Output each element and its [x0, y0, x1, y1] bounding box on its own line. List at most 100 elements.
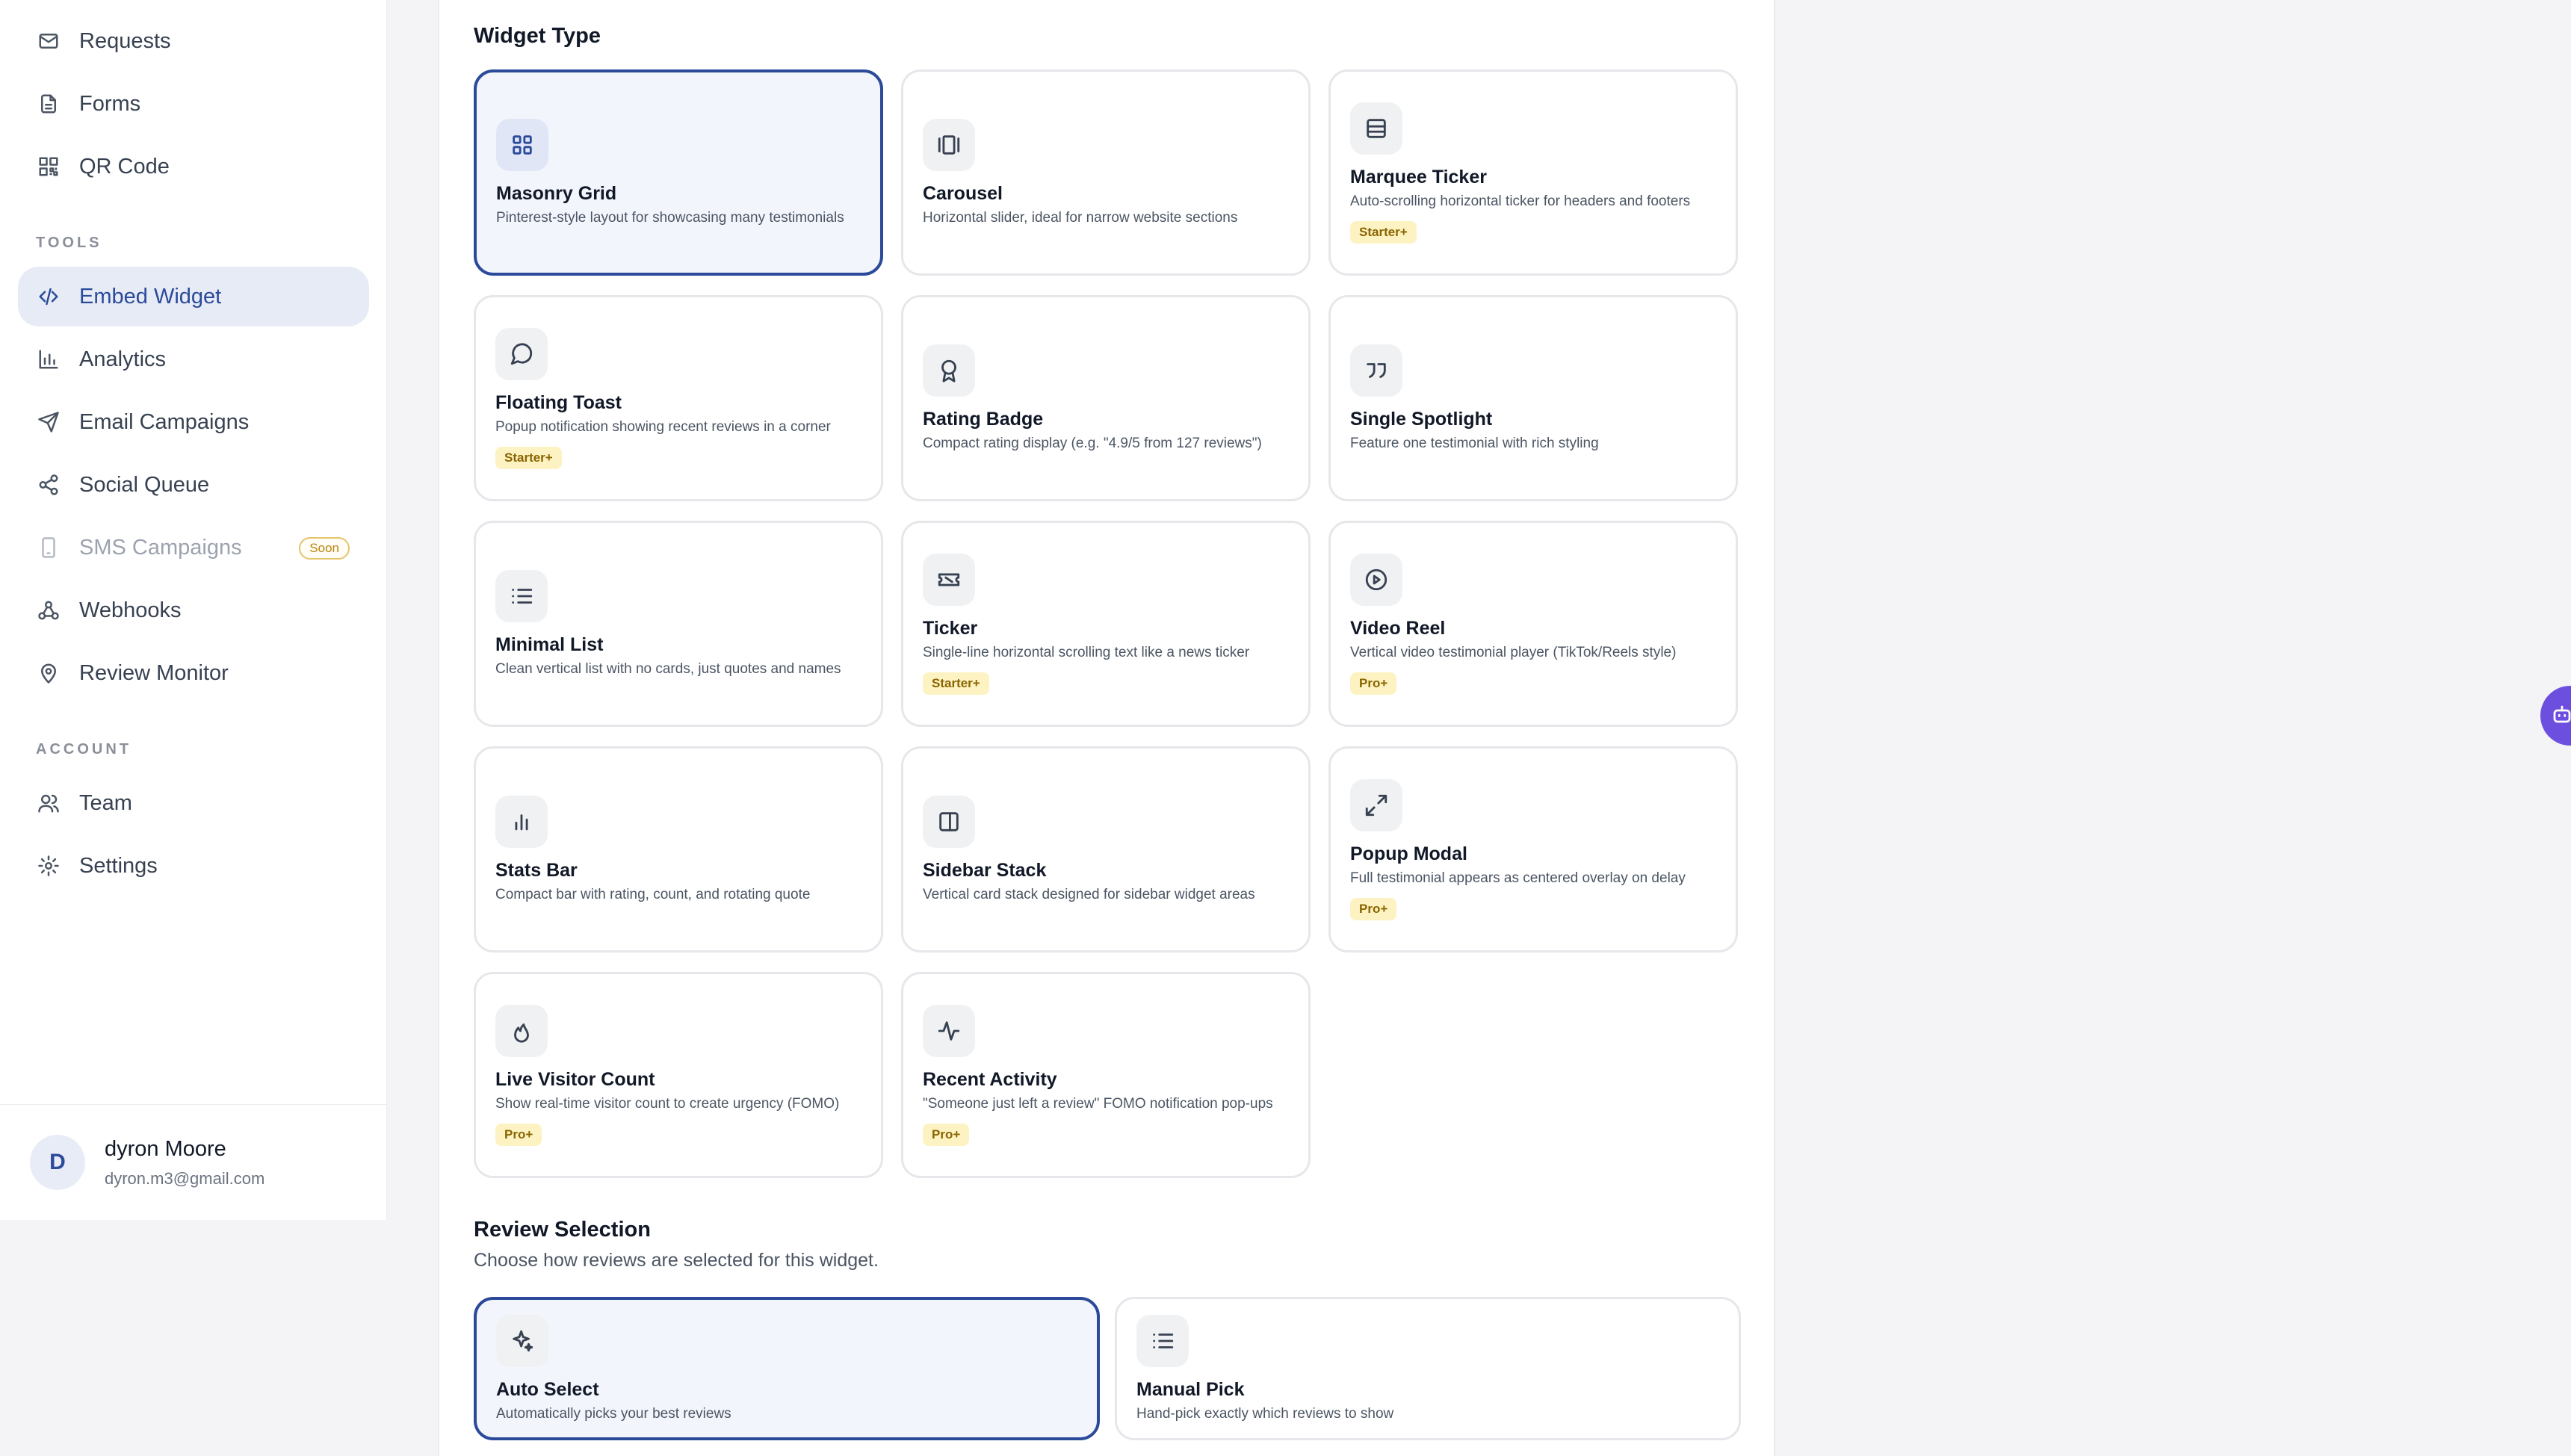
option-title: Minimal List — [495, 633, 604, 655]
list-icon — [495, 569, 548, 622]
sidebar-item-webhooks[interactable]: Webhooks — [18, 580, 369, 640]
user-info: dyron Moore dyron.m3@gmail.com — [105, 1137, 264, 1189]
sidebar-item-requests[interactable]: Requests — [18, 11, 369, 71]
sparkles-icon — [496, 1314, 548, 1367]
file-text-icon — [36, 91, 61, 117]
widget-type-heading: Widget Type — [474, 24, 601, 48]
option-description: Popup notification showing recent review… — [495, 418, 831, 435]
sidebar-item-label: Forms — [79, 91, 141, 116]
sidebar: Requests Forms QR Code TOOLS Embed Widge… — [0, 0, 387, 1220]
grid-icon — [496, 118, 548, 171]
option-title: Manual Pick — [1136, 1378, 1245, 1400]
review-option-manual-pick[interactable]: Manual Pick Hand-pick exactly which revi… — [1115, 1297, 1741, 1440]
tier-badge: Starter+ — [923, 672, 989, 695]
smartphone-icon — [36, 535, 61, 560]
option-description: Horizontal slider, ideal for narrow webs… — [923, 209, 1238, 226]
tier-badge: Starter+ — [495, 446, 562, 469]
tier-badge: Pro+ — [1350, 897, 1397, 920]
widget-option-video-reel[interactable]: Video Reel Vertical video testimonial pl… — [1328, 521, 1738, 727]
widget-option-rating-badge[interactable]: Rating Badge Compact rating display (e.g… — [901, 295, 1311, 501]
sidebar-item-label: Settings — [79, 853, 158, 878]
sidebar-item-label: Analytics — [79, 347, 167, 371]
option-description: Compact bar with rating, count, and rota… — [495, 886, 811, 902]
sidebar-item-social-queue[interactable]: Social Queue — [18, 455, 369, 515]
sidebar-item-forms[interactable]: Forms — [18, 74, 369, 134]
sidebar-item-label: Team — [79, 790, 132, 815]
code-icon — [36, 284, 61, 309]
widget-option-live-visitor-count[interactable]: Live Visitor Count Show real-time visito… — [474, 972, 883, 1178]
option-description: Compact rating display (e.g. "4.9/5 from… — [923, 435, 1262, 451]
option-title: Popup Modal — [1350, 843, 1467, 864]
sidebar-item-team[interactable]: Team — [18, 773, 369, 833]
sidebar-item-analytics[interactable]: Analytics — [18, 329, 369, 389]
tier-badge: Pro+ — [923, 1123, 970, 1146]
user-email: dyron.m3@gmail.com — [105, 1168, 265, 1188]
tier-badge: Pro+ — [495, 1123, 542, 1146]
widget-option-carousel[interactable]: Carousel Horizontal slider, ideal for na… — [901, 69, 1311, 276]
gear-icon — [36, 853, 61, 879]
user-profile[interactable]: D dyron Moore dyron.m3@gmail.com — [0, 1104, 387, 1220]
send-icon — [36, 409, 61, 435]
map-pin-icon — [36, 660, 61, 686]
widget-option-sidebar-stack[interactable]: Sidebar Stack Vertical card stack design… — [901, 746, 1311, 952]
widget-option-minimal-list[interactable]: Minimal List Clean vertical list with no… — [474, 521, 883, 727]
option-description: Show real-time visitor count to create u… — [495, 1095, 840, 1112]
option-title: Video Reel — [1350, 617, 1446, 639]
widget-option-stats-bar[interactable]: Stats Bar Compact bar with rating, count… — [474, 746, 883, 952]
option-title: Masonry Grid — [496, 182, 617, 204]
sidebar-item-label: Review Monitor — [79, 660, 229, 685]
carousel-icon — [923, 118, 975, 171]
sidebar-item-review-monitor[interactable]: Review Monitor — [18, 643, 369, 703]
option-description: Full testimonial appears as centered ove… — [1350, 870, 1686, 886]
bot-icon — [2551, 703, 2571, 729]
panel-right-icon — [923, 795, 975, 848]
play-circle-icon — [1350, 553, 1402, 606]
qr-code-icon — [36, 154, 61, 179]
option-description: "Someone just left a review" FOMO notifi… — [923, 1095, 1273, 1112]
users-icon — [36, 790, 61, 816]
option-description: Auto-scrolling horizontal ticker for hea… — [1350, 193, 1691, 209]
share-icon — [36, 472, 61, 498]
sidebar-item-label: Email Campaigns — [79, 409, 250, 434]
option-title: Single Spotlight — [1350, 408, 1493, 430]
option-description: Pinterest-style layout for showcasing ma… — [496, 209, 844, 226]
sidebar-item-email-campaigns[interactable]: Email Campaigns — [18, 392, 369, 452]
option-title: Ticker — [923, 617, 978, 639]
sidebar-item-label: SMS Campaigns — [79, 535, 242, 560]
option-description: Vertical video testimonial player (TikTo… — [1350, 644, 1677, 660]
widget-option-single-spotlight[interactable]: Single Spotlight Feature one testimonial… — [1328, 295, 1738, 501]
widget-option-ticker[interactable]: Ticker Single-line horizontal scrolling … — [901, 521, 1311, 727]
sidebar-item-qr-code[interactable]: QR Code — [18, 137, 369, 196]
option-description: Vertical card stack designed for sidebar… — [923, 886, 1255, 902]
option-title: Carousel — [923, 182, 1003, 204]
widget-option-recent-activity[interactable]: Recent Activity "Someone just left a rev… — [901, 972, 1311, 1178]
soon-badge: Soon — [299, 537, 350, 560]
section-label-account: ACCOUNT — [36, 741, 132, 758]
review-selection-subtitle: Choose how reviews are selected for this… — [474, 1250, 879, 1271]
option-description: Automatically picks your best reviews — [496, 1405, 731, 1422]
option-title: Stats Bar — [495, 859, 578, 881]
flame-icon — [495, 1004, 548, 1057]
sidebar-item-embed-widget[interactable]: Embed Widget — [18, 267, 369, 326]
sidebar-item-settings[interactable]: Settings — [18, 836, 369, 896]
ticket-icon — [923, 553, 975, 606]
widget-option-popup-modal[interactable]: Popup Modal Full testimonial appears as … — [1328, 746, 1738, 952]
list-icon — [1136, 1314, 1189, 1367]
assistant-fab-button[interactable] — [2540, 686, 2571, 746]
widget-option-floating-toast[interactable]: Floating Toast Popup notification showin… — [474, 295, 883, 501]
sidebar-item-sms-campaigns: SMS Campaigns Soon — [18, 518, 369, 577]
option-title: Recent Activity — [923, 1068, 1057, 1090]
message-circle-icon — [495, 327, 548, 380]
tier-badge: Starter+ — [1350, 220, 1417, 244]
sidebar-item-label: Embed Widget — [79, 284, 222, 309]
bar-chart-icon — [495, 795, 548, 848]
option-title: Marquee Ticker — [1350, 166, 1487, 188]
option-title: Rating Badge — [923, 408, 1044, 430]
widget-option-marquee-ticker[interactable]: Marquee Ticker Auto-scrolling horizontal… — [1328, 69, 1738, 276]
expand-icon — [1350, 778, 1402, 831]
option-description: Clean vertical list with no cards, just … — [495, 660, 841, 677]
sidebar-item-label: Social Queue — [79, 472, 210, 497]
widget-option-masonry-grid[interactable]: Masonry Grid Pinterest-style layout for … — [474, 69, 883, 276]
mail-icon — [36, 28, 61, 54]
review-option-auto-select[interactable]: Auto Select Automatically picks your bes… — [474, 1297, 1100, 1440]
